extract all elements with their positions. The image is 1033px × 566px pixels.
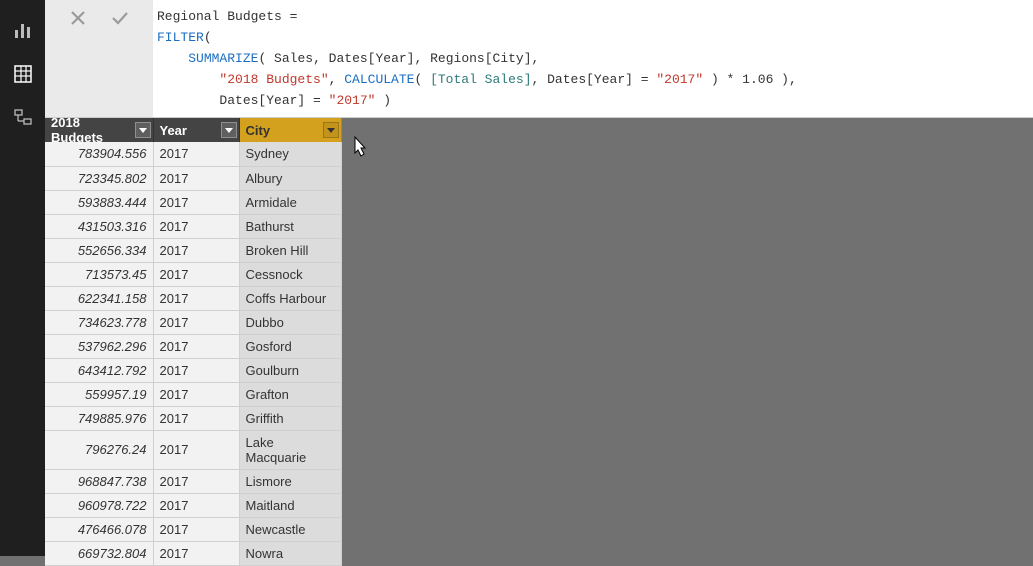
table-row[interactable]: 552656.3342017Broken Hill — [45, 238, 341, 262]
table-row[interactable]: 713573.452017Cessnock — [45, 262, 341, 286]
cell-city[interactable]: Nowra — [239, 541, 341, 565]
cell-city[interactable]: Broken Hill — [239, 238, 341, 262]
cell-budget[interactable]: 796276.24 — [45, 430, 153, 469]
table-row[interactable]: 559957.192017Grafton — [45, 382, 341, 406]
cell-year[interactable]: 2017 — [153, 238, 239, 262]
cell-year[interactable]: 2017 — [153, 541, 239, 565]
formula-controls — [45, 0, 153, 117]
cell-city[interactable]: Gosford — [239, 334, 341, 358]
cell-city[interactable]: Armidale — [239, 190, 341, 214]
table-header-row: 2018 Budgets Year — [45, 118, 341, 142]
model-view-icon[interactable] — [5, 100, 41, 136]
column-header-label: City — [246, 123, 271, 138]
cell-budget[interactable]: 960978.722 — [45, 493, 153, 517]
table-row[interactable]: 643412.7922017Goulburn — [45, 358, 341, 382]
table-row[interactable]: 796276.242017Lake Macquarie — [45, 430, 341, 469]
cell-budget[interactable]: 723345.802 — [45, 166, 153, 190]
column-header-city[interactable]: City — [239, 118, 341, 142]
cell-city[interactable]: Maitland — [239, 493, 341, 517]
table-row[interactable]: 749885.9762017Griffith — [45, 406, 341, 430]
table-row[interactable]: 669732.8042017Nowra — [45, 541, 341, 565]
chevron-down-icon — [139, 126, 147, 134]
column-header-budget[interactable]: 2018 Budgets — [45, 118, 153, 142]
table-row[interactable]: 476466.0782017Newcastle — [45, 517, 341, 541]
cell-city[interactable]: Cessnock — [239, 262, 341, 286]
table-row[interactable]: 723345.8022017Albury — [45, 166, 341, 190]
chevron-down-icon — [327, 126, 335, 134]
cell-budget[interactable]: 593883.444 — [45, 190, 153, 214]
column-header-year[interactable]: Year — [153, 118, 239, 142]
cell-city[interactable]: Goulburn — [239, 358, 341, 382]
cell-year[interactable]: 2017 — [153, 310, 239, 334]
cell-city[interactable]: Newcastle — [239, 517, 341, 541]
cell-budget[interactable]: 552656.334 — [45, 238, 153, 262]
cell-budget[interactable]: 713573.45 — [45, 262, 153, 286]
cell-budget[interactable]: 783904.556 — [45, 142, 153, 166]
column-dropdown-button[interactable] — [323, 122, 339, 138]
cell-year[interactable]: 2017 — [153, 190, 239, 214]
cell-budget[interactable]: 431503.316 — [45, 214, 153, 238]
cell-year[interactable]: 2017 — [153, 262, 239, 286]
table-row[interactable]: 593883.4442017Armidale — [45, 190, 341, 214]
cell-budget[interactable]: 622341.158 — [45, 286, 153, 310]
chevron-down-icon — [225, 126, 233, 134]
cell-budget[interactable]: 537962.296 — [45, 334, 153, 358]
cell-budget[interactable]: 643412.792 — [45, 358, 153, 382]
main-area: Regional Budgets = FILTER( SUMMARIZE( Sa… — [45, 0, 1033, 556]
cell-year[interactable]: 2017 — [153, 166, 239, 190]
cell-budget[interactable]: 669732.804 — [45, 541, 153, 565]
data-table: 2018 Budgets Year — [45, 118, 342, 566]
cell-city[interactable]: Sydney — [239, 142, 341, 166]
column-header-label: Year — [160, 123, 187, 138]
view-sidebar — [0, 0, 45, 556]
report-view-icon[interactable] — [5, 12, 41, 48]
cell-budget[interactable]: 734623.778 — [45, 310, 153, 334]
cell-year[interactable]: 2017 — [153, 214, 239, 238]
table-row[interactable]: 968847.7382017Lismore — [45, 469, 341, 493]
cell-city[interactable]: Lake Macquarie — [239, 430, 341, 469]
cell-year[interactable]: 2017 — [153, 469, 239, 493]
table-area: 2018 Budgets Year — [45, 118, 1033, 566]
cell-year[interactable]: 2017 — [153, 334, 239, 358]
cell-year[interactable]: 2017 — [153, 286, 239, 310]
cell-year[interactable]: 2017 — [153, 430, 239, 469]
cancel-button[interactable] — [64, 4, 92, 32]
cell-year[interactable]: 2017 — [153, 382, 239, 406]
cell-city[interactable]: Dubbo — [239, 310, 341, 334]
formula-editor[interactable]: Regional Budgets = FILTER( SUMMARIZE( Sa… — [153, 0, 1033, 117]
cell-year[interactable]: 2017 — [153, 142, 239, 166]
cell-budget[interactable]: 476466.078 — [45, 517, 153, 541]
cell-budget[interactable]: 559957.19 — [45, 382, 153, 406]
cell-year[interactable]: 2017 — [153, 493, 239, 517]
table-row[interactable]: 431503.3162017Bathurst — [45, 214, 341, 238]
table-row[interactable]: 783904.5562017Sydney — [45, 142, 341, 166]
cell-city[interactable]: Lismore — [239, 469, 341, 493]
check-icon — [110, 8, 130, 28]
cell-year[interactable]: 2017 — [153, 358, 239, 382]
formula-bar: Regional Budgets = FILTER( SUMMARIZE( Sa… — [45, 0, 1033, 118]
table-row[interactable]: 734623.7782017Dubbo — [45, 310, 341, 334]
table-body: 783904.5562017Sydney723345.8022017Albury… — [45, 142, 341, 565]
column-dropdown-button[interactable] — [221, 122, 237, 138]
cell-year[interactable]: 2017 — [153, 406, 239, 430]
cell-city[interactable]: Albury — [239, 166, 341, 190]
column-dropdown-button[interactable] — [135, 122, 151, 138]
cell-city[interactable]: Coffs Harbour — [239, 286, 341, 310]
table-row[interactable]: 960978.7222017Maitland — [45, 493, 341, 517]
table-row[interactable]: 537962.2962017Gosford — [45, 334, 341, 358]
cell-city[interactable]: Griffith — [239, 406, 341, 430]
close-icon — [69, 9, 87, 27]
commit-button[interactable] — [106, 4, 134, 32]
cell-city[interactable]: Bathurst — [239, 214, 341, 238]
cell-city[interactable]: Grafton — [239, 382, 341, 406]
cell-budget[interactable]: 749885.976 — [45, 406, 153, 430]
column-header-label: 2018 Budgets — [51, 115, 135, 145]
table-row[interactable]: 622341.1582017Coffs Harbour — [45, 286, 341, 310]
data-view-icon[interactable] — [5, 56, 41, 92]
cell-year[interactable]: 2017 — [153, 517, 239, 541]
cell-budget[interactable]: 968847.738 — [45, 469, 153, 493]
